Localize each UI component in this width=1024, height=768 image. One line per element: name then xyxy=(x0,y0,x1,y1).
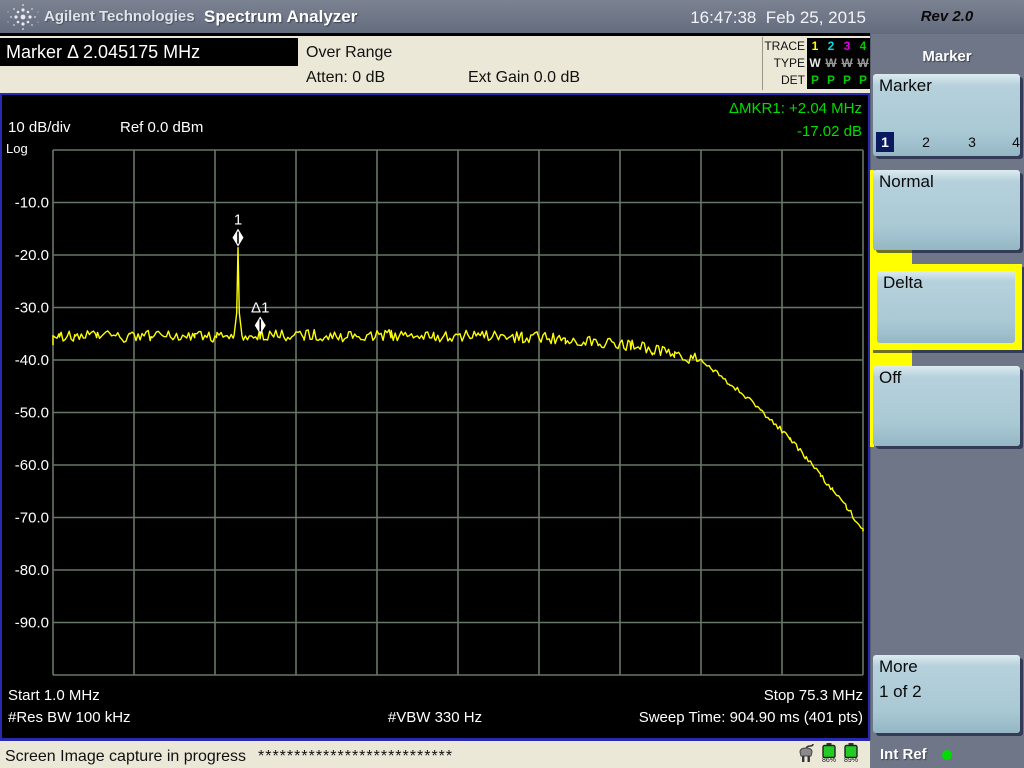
over-range-indicator: Over Range xyxy=(306,44,392,62)
y-axis-tick: -90.0 xyxy=(15,615,49,632)
trace-cell: 3 xyxy=(839,38,855,55)
softkey-normal-label: Normal xyxy=(879,172,934,192)
y-axis-tick: -60.0 xyxy=(15,457,49,474)
softkey-more-line1: More xyxy=(879,657,918,677)
softkey-delta[interactable]: Delta xyxy=(877,271,1015,343)
battery1-percent: 86% xyxy=(819,757,839,764)
softkey-more[interactable]: More 1 of 2 xyxy=(873,655,1020,733)
trace-cell: 2 xyxy=(823,38,839,55)
agilent-logo-icon xyxy=(6,2,40,32)
trace-cell: P xyxy=(855,72,871,89)
ref-level: Ref 0.0 dBm xyxy=(120,119,203,136)
trace-status-table: TRACETYPEDET 1WP2WP3WP4WP xyxy=(762,37,871,90)
y-axis-tick: -20.0 xyxy=(15,247,49,264)
y-axis-tick: -80.0 xyxy=(15,562,49,579)
marker-tab-1[interactable]: 1 xyxy=(876,132,894,152)
int-ref-green-indicator xyxy=(942,750,952,760)
sweep-time: Sweep Time: 904.90 ms (401 pts) xyxy=(639,709,863,726)
trace-cell: W xyxy=(823,55,839,72)
delta-marker-freq: ΔMKR1: +2.04 MHz xyxy=(729,100,862,117)
attenuation-readout: Atten: 0 dB xyxy=(306,69,385,87)
graticule-and-trace: -10.0 -20.0 -30.0 -40.0 -50.0 -60.0 -70.0 -80.0… xyxy=(2,95,868,738)
softkey-menu-title: Marker xyxy=(870,48,1024,65)
delta-marker-amp: -17.02 dB xyxy=(797,123,862,140)
header-bar: Agilent Technologies Spectrum Analyzer 1… xyxy=(0,0,1024,34)
trace-cell: 1 xyxy=(807,38,823,55)
y-axis-tick: -10.0 xyxy=(15,195,49,212)
marker-delta-readout: Marker Δ 2.045175 MHz xyxy=(0,38,298,66)
stop-freq: Stop 75.3 MHz xyxy=(764,687,863,704)
trace-cell: P xyxy=(807,72,823,89)
trace-cell: 4 xyxy=(855,38,871,55)
trace-cell: P xyxy=(839,72,855,89)
status-progress-asterisks: *************************** xyxy=(258,748,453,766)
ac-power-plug-icon xyxy=(796,744,816,764)
reference-status-bar: Int Ref xyxy=(870,740,1024,768)
battery2-icon xyxy=(844,743,858,758)
app-title: Spectrum Analyzer xyxy=(204,7,357,27)
battery1-icon xyxy=(822,743,836,758)
y-axis-tick: -70.0 xyxy=(15,510,49,527)
trace-cell: P xyxy=(823,72,839,89)
y-axis-tick: -40.0 xyxy=(15,352,49,369)
softkey-delta-selected-frame: Delta xyxy=(870,264,1022,350)
ext-gain-readout: Ext Gain 0.0 dB xyxy=(468,69,580,87)
softkey-normal[interactable]: Normal xyxy=(873,170,1020,250)
trace-cell: W xyxy=(855,55,871,72)
softkey-off[interactable]: Off xyxy=(873,366,1020,446)
marker-tab-3[interactable]: 3 xyxy=(963,132,981,152)
log-scale-label: Log xyxy=(6,141,28,156)
int-ref-label: Int Ref xyxy=(880,746,927,763)
marker-label-delta1: Δ1 xyxy=(251,299,269,316)
softkey-marker[interactable]: Marker 1234 xyxy=(873,74,1020,156)
annotation-bar: Marker Δ 2.045175 MHz Over Range Atten: … xyxy=(0,36,870,93)
trace-table-values: 1WP2WP3WP4WP xyxy=(807,38,871,89)
firmware-rev: Rev 2.0 xyxy=(870,8,1024,25)
softkey-delta-label: Delta xyxy=(883,273,923,293)
softkey-marker-label: Marker xyxy=(879,76,932,96)
status-bar: Screen Image capture in progress *******… xyxy=(0,738,870,768)
marker-label-mkr1: 1 xyxy=(234,212,242,229)
trace-cell: W xyxy=(807,55,823,72)
status-message: Screen Image capture in progress xyxy=(5,748,246,766)
battery2-percent: 89% xyxy=(841,757,861,764)
softkey-more-line2: 1 of 2 xyxy=(879,682,922,702)
brand-name: Agilent Technologies xyxy=(44,8,195,25)
scale-per-div: 10 dB/div xyxy=(8,119,71,136)
marker-tab-4[interactable]: 4 xyxy=(1007,132,1024,152)
y-axis-tick: -50.0 xyxy=(15,405,49,422)
y-axis-tick: -30.0 xyxy=(15,300,49,317)
start-freq: Start 1.0 MHz xyxy=(8,687,100,704)
softkey-off-label: Off xyxy=(879,368,901,388)
trace-cell: W xyxy=(839,55,855,72)
marker-tab-2[interactable]: 2 xyxy=(917,132,935,152)
instrument-screen: Agilent Technologies Spectrum Analyzer 1… xyxy=(0,0,1024,768)
spectrum-display: -10.0 -20.0 -30.0 -40.0 -50.0 -60.0 -70.0 -80.0… xyxy=(0,93,870,740)
trace-table-row-labels: TRACETYPEDET xyxy=(764,38,805,89)
clock-datetime: 16:47:38 Feb 25, 2015 xyxy=(530,8,866,28)
